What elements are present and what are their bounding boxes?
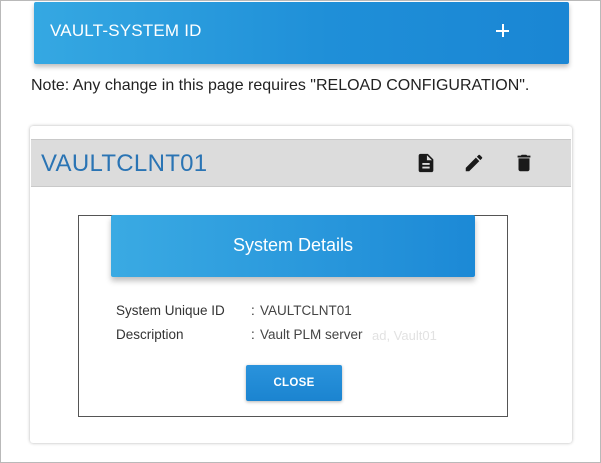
edit-button[interactable] — [463, 152, 485, 174]
system-card-header: VAULTCLNT01 — [31, 139, 571, 187]
trash-icon — [517, 154, 531, 172]
close-button[interactable]: CLOSE — [246, 365, 342, 401]
reload-note: Note: Any change in this page requires "… — [31, 77, 530, 94]
detail-value: VAULTCLNT01 — [260, 303, 352, 318]
detail-label: Description — [116, 327, 184, 342]
system-details-dialog: System Details System Unique ID : VAULTC… — [78, 215, 508, 417]
background-ghost-text: ad, Vault01 — [372, 328, 437, 343]
delete-button[interactable] — [513, 152, 535, 174]
dialog-header: System Details — [111, 215, 475, 277]
detail-label: System Unique ID — [116, 303, 225, 318]
detail-separator: : — [251, 303, 255, 318]
document-icon — [418, 153, 434, 173]
add-system-button[interactable] — [491, 19, 515, 43]
dialog-title: System Details — [232, 235, 354, 255]
detail-separator: : — [251, 327, 255, 342]
detail-value: Vault PLM server — [260, 327, 363, 342]
section-title: VAULT-SYSTEM ID — [50, 21, 202, 40]
view-details-button[interactable] — [415, 152, 437, 174]
system-card: VAULTCLNT01 System Details System Unique… — [30, 126, 572, 443]
pencil-icon — [465, 154, 483, 172]
section-header: VAULT-SYSTEM ID — [34, 2, 569, 64]
system-card-title[interactable]: VAULTCLNT01 — [41, 150, 207, 178]
